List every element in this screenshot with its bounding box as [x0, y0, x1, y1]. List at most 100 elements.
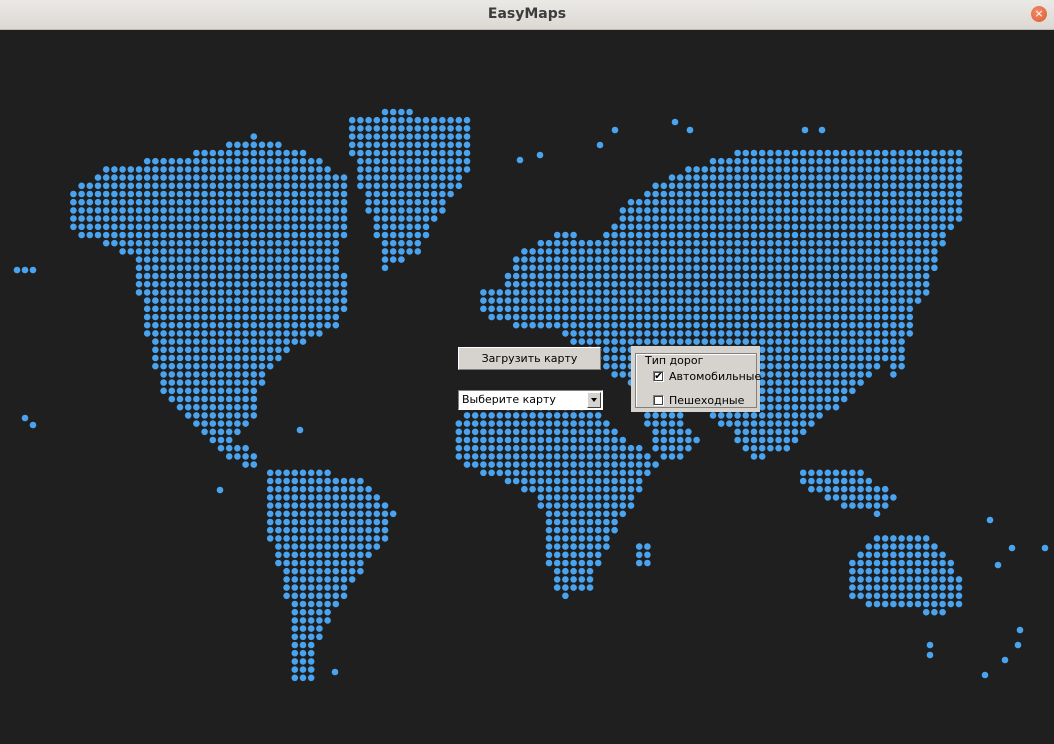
map-dot: [340, 559, 348, 567]
map-dot: [455, 182, 463, 190]
map-dot: [234, 256, 241, 263]
map-dot: [570, 313, 577, 321]
map-select-dropdown[interactable]: Выберите карту: [458, 390, 603, 410]
chevron-down-icon[interactable]: [587, 392, 601, 408]
map-dot: [176, 321, 184, 329]
map-dot: [398, 248, 405, 255]
map-dot: [693, 297, 700, 304]
map-dot: [611, 502, 618, 509]
map-dot: [767, 436, 774, 444]
map-dot: [291, 510, 299, 518]
map-dot: [373, 174, 381, 181]
map-dot: [234, 182, 241, 190]
map-dot: [225, 141, 233, 149]
map-dot: [619, 444, 627, 452]
map-dot: [283, 207, 290, 214]
checkmark-icon[interactable]: ✔: [653, 371, 664, 382]
map-dot: [939, 207, 946, 214]
map-dot: [70, 207, 77, 214]
map-dot: [562, 256, 569, 263]
map-dot: [234, 428, 241, 436]
map-dot: [652, 412, 659, 419]
map-dot: [291, 625, 299, 632]
map-dot: [586, 494, 594, 501]
map-dot: [512, 280, 520, 288]
map-dot: [488, 461, 495, 468]
checkbox-icon[interactable]: [653, 395, 664, 406]
map-dot: [234, 174, 241, 181]
map-dot: [840, 198, 848, 206]
map-dot: [685, 182, 692, 190]
map-dot: [693, 207, 700, 214]
map-dot: [922, 198, 930, 206]
map-dot: [299, 166, 307, 173]
map-dot: [553, 584, 561, 591]
map-dot: [168, 395, 176, 403]
map-dot: [926, 641, 934, 649]
map-dot: [635, 305, 643, 313]
map-dot: [111, 182, 118, 190]
map-dot: [840, 182, 848, 190]
map-dot: [890, 330, 897, 337]
map-dot: [307, 174, 315, 181]
map-dot: [742, 190, 750, 198]
map-dot: [291, 272, 299, 280]
map-dot: [881, 157, 889, 165]
map-dot: [570, 305, 577, 313]
map-dot: [373, 166, 381, 173]
map-dot: [307, 600, 315, 608]
map-dot: [586, 256, 594, 263]
map-dot: [635, 321, 643, 329]
map-dot: [644, 215, 651, 222]
map-dot: [176, 215, 184, 222]
map-dot: [791, 436, 799, 444]
map-dot: [201, 174, 208, 181]
map-dot: [209, 157, 217, 165]
map-dot: [258, 264, 266, 272]
map-dot: [275, 182, 282, 190]
load-map-button[interactable]: Загрузить карту: [458, 347, 601, 370]
map-dot: [447, 149, 454, 157]
map-dot: [283, 321, 290, 329]
map-dot: [816, 215, 823, 222]
map-dot: [873, 321, 881, 329]
map-dot: [135, 239, 143, 247]
map-dot: [331, 668, 339, 676]
map-dot: [553, 256, 561, 263]
map-dot: [348, 535, 356, 542]
map-dot: [758, 453, 766, 460]
map-dot: [750, 231, 758, 239]
map-dot: [562, 313, 569, 321]
map-dot: [758, 198, 766, 206]
map-dot: [619, 338, 627, 345]
map-dot: [316, 592, 323, 600]
map-dot: [217, 338, 225, 345]
close-icon[interactable]: ×: [1031, 6, 1047, 22]
map-dot: [225, 297, 233, 304]
map-dot: [324, 510, 331, 518]
map-dot: [324, 305, 331, 313]
map-dot: [258, 198, 266, 206]
map-dot: [832, 362, 840, 370]
map-dot: [340, 526, 348, 534]
map-dot: [849, 330, 856, 337]
map-dot: [603, 256, 610, 263]
map-dot: [225, 264, 233, 272]
map-dot: [685, 305, 692, 313]
map-dot: [307, 494, 315, 501]
map-dot: [348, 477, 356, 485]
map-dot: [676, 444, 684, 452]
map-dot: [857, 297, 864, 304]
map-dot: [480, 428, 487, 436]
map-dot: [275, 174, 282, 181]
map-dot: [217, 444, 225, 452]
map-dot: [275, 305, 282, 313]
map-dot: [767, 412, 774, 419]
map-dot: [726, 215, 733, 222]
map-dot: [898, 362, 905, 370]
map-dot: [857, 239, 864, 247]
map-dot: [873, 289, 881, 296]
map-dot: [324, 584, 331, 591]
map-dot: [447, 125, 454, 132]
map-dot: [857, 592, 864, 600]
